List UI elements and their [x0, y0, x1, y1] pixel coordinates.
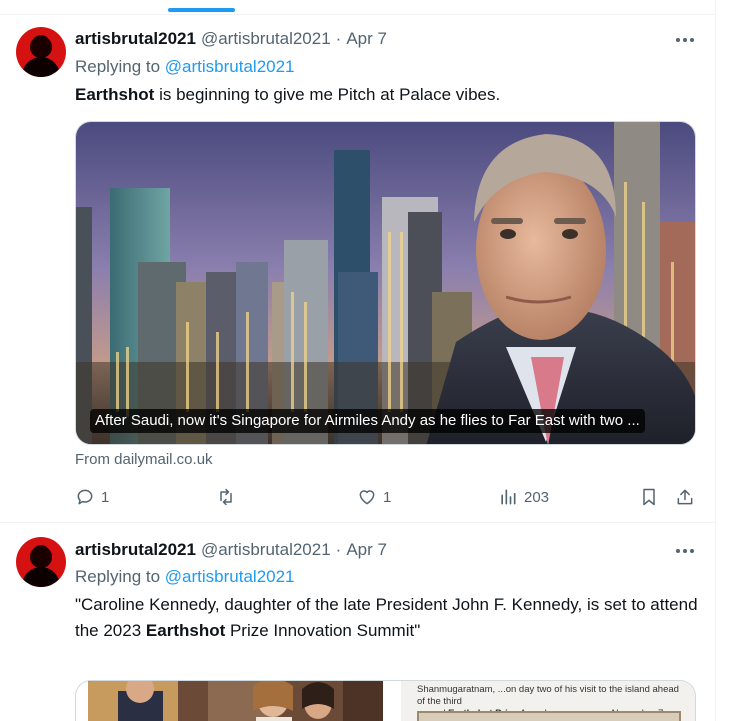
- more-button[interactable]: [674, 540, 696, 562]
- timestamp[interactable]: Apr 7: [346, 540, 387, 560]
- avatar-figure-body: [22, 57, 60, 77]
- avatar-figure-body: [22, 567, 60, 587]
- like-count: 1: [383, 488, 392, 506]
- tweet-header: artisbrutal2021 @artisbrutal2021 · Apr 7: [75, 29, 387, 51]
- bookmark-button[interactable]: [639, 483, 659, 511]
- more-icon: [676, 38, 680, 42]
- tweet-text: "Caroline Kennedy, daughter of the late …: [75, 592, 705, 644]
- replying-to-handle-link[interactable]: @artisbrutal2021: [165, 567, 295, 586]
- tweet-text-bold: Earthshot: [75, 85, 155, 104]
- like-icon: [359, 490, 375, 505]
- link-card[interactable]: After Saudi, now it's Singapore for Airm…: [75, 121, 696, 445]
- card-snippet-line1: Shanmugaratnam, ...on day two of his vis…: [417, 684, 679, 707]
- card-caption: After Saudi, now it's Singapore for Airm…: [90, 409, 645, 433]
- share-icon: [677, 489, 693, 505]
- user-handle[interactable]: @artisbrutal2021: [201, 540, 331, 560]
- reply-count: 1: [101, 488, 110, 506]
- card-image: [76, 122, 695, 444]
- avatar-figure-head: [32, 35, 50, 57]
- tweet-text-rest: is beginning to give me Pitch at Palace …: [154, 85, 501, 104]
- like-button[interactable]: 1: [357, 483, 391, 511]
- views-count: 203: [524, 488, 550, 506]
- action-bar: 1 1 203: [75, 483, 696, 511]
- active-tab-indicator: [168, 8, 235, 12]
- tweet[interactable]: artisbrutal2021 @artisbrutal2021 · Apr 7…: [0, 524, 716, 721]
- reply-button[interactable]: 1: [75, 483, 109, 511]
- display-name[interactable]: artisbrutal2021: [75, 540, 196, 560]
- card-article-excerpt: Shanmugaratnam, ...on day two of his vis…: [401, 681, 695, 721]
- views-icon: [501, 489, 516, 505]
- card-photo: [88, 681, 383, 721]
- reply-icon: [77, 489, 93, 505]
- tweet[interactable]: artisbrutal2021 @artisbrutal2021 · Apr 7…: [0, 15, 716, 523]
- card-embedded-photo: [417, 711, 681, 721]
- tweet-header: artisbrutal2021 @artisbrutal2021 · Apr 7: [75, 540, 387, 562]
- separator: ·: [335, 29, 342, 48]
- card-photo-image: [88, 681, 383, 721]
- media-card[interactable]: Shanmugaratnam, ...on day two of his vis…: [75, 680, 696, 721]
- more-button[interactable]: [674, 29, 696, 51]
- replying-to-label: Replying to: [75, 57, 161, 76]
- retweet-icon: [220, 488, 232, 506]
- avatar-figure-head: [32, 545, 50, 567]
- display-name[interactable]: artisbrutal2021: [75, 29, 196, 49]
- tweet-text-bold: Earthshot: [145, 621, 226, 640]
- avatar[interactable]: [16, 27, 66, 77]
- card-source[interactable]: From dailymail.co.uk: [75, 451, 213, 468]
- timestamp[interactable]: Apr 7: [346, 29, 387, 49]
- replying-to-label: Replying to: [75, 567, 161, 586]
- share-button[interactable]: [675, 483, 695, 511]
- replying-to-handle-link[interactable]: @artisbrutal2021: [165, 57, 295, 76]
- replying-to: Replying to @artisbrutal2021: [75, 57, 295, 77]
- more-icon: [676, 549, 680, 553]
- separator: ·: [335, 540, 342, 559]
- bookmark-icon: [643, 488, 655, 506]
- tweet-text: Earthshot is beginning to give me Pitch …: [75, 82, 705, 108]
- avatar[interactable]: [16, 537, 66, 587]
- views-button[interactable]: 203: [498, 483, 549, 511]
- user-handle[interactable]: @artisbrutal2021: [201, 29, 331, 49]
- replying-to: Replying to @artisbrutal2021: [75, 567, 295, 587]
- tweet-text-part2: Prize Innovation Summit": [225, 621, 421, 640]
- retweet-button[interactable]: [216, 483, 242, 511]
